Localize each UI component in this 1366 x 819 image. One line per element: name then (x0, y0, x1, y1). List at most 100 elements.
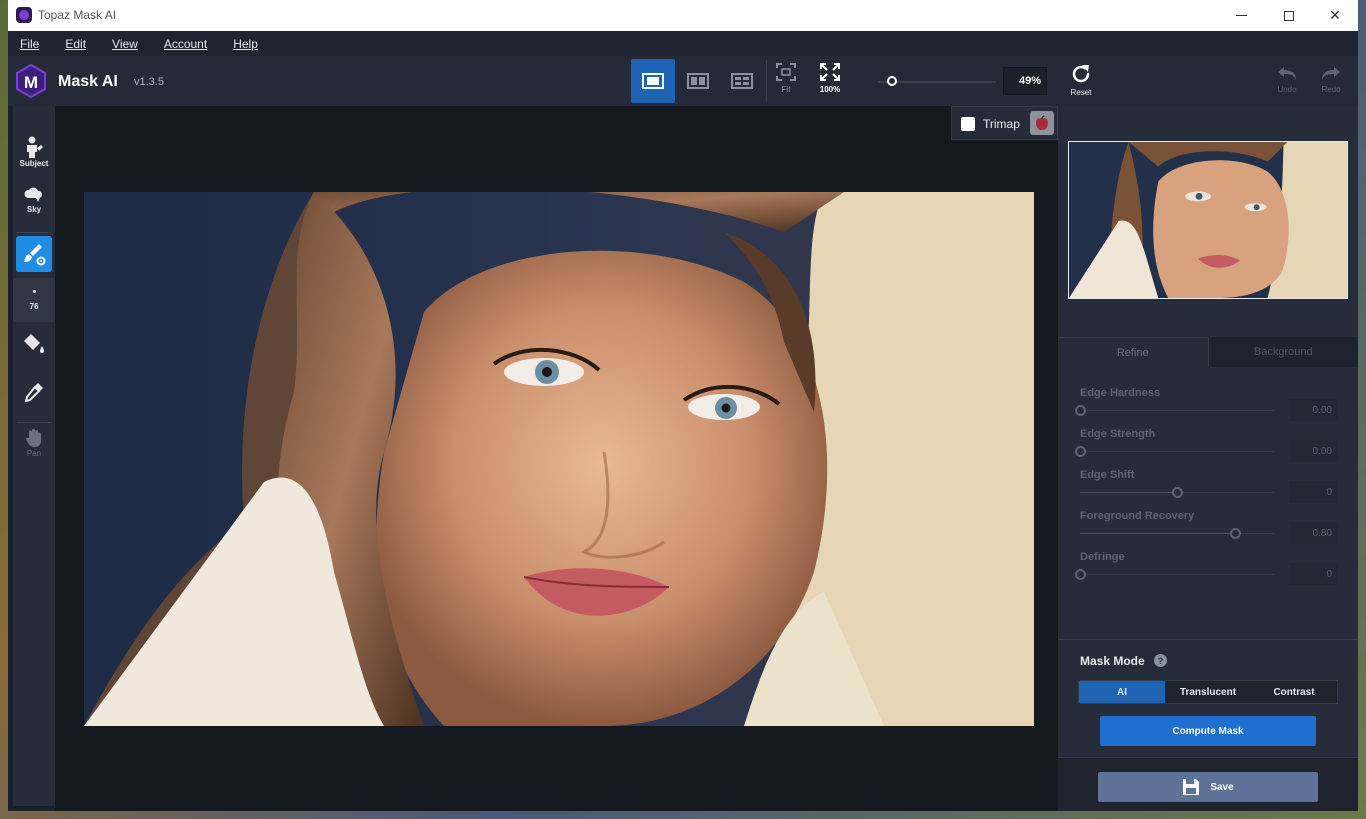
menu-help[interactable]: Help (233, 37, 258, 51)
apple-icon (1036, 115, 1048, 130)
eyedropper-icon (24, 383, 43, 403)
quad-view-icon (731, 73, 753, 89)
fill-tool[interactable] (13, 332, 55, 356)
defringe-slider[interactable] (1075, 569, 1274, 580)
expand-icon (820, 63, 840, 81)
split-view-icon (687, 73, 709, 89)
edge-hardness-value[interactable]: 0.00 (1290, 399, 1338, 421)
fit-button[interactable]: Fit (766, 62, 806, 102)
mask-mode-section: Mask Mode ? AI Translucent Contrast Comp… (1058, 639, 1358, 811)
brush-size-value: 76 (29, 301, 39, 311)
single-view-icon (642, 73, 664, 89)
close-button[interactable]: ✕ (1312, 0, 1358, 31)
subject-tool[interactable]: Subject (13, 136, 55, 168)
main-toolbar: M Mask AI v1.3.5 Fit 100% 49% Reset Undo… (8, 56, 1358, 107)
edge-strength-control: Edge Strength 0.00 (1058, 428, 1358, 469)
foreground-recovery-control: Foreground Recovery 0.80 (1058, 510, 1358, 551)
refine-panel: Edge Hardness 0.00 Edge Strength 0.00 Ed… (1058, 367, 1358, 639)
split-view-button[interactable] (676, 59, 720, 103)
mask-ai-logo-icon: M (16, 64, 46, 98)
color-picker-tool[interactable] (13, 380, 55, 404)
side-by-side-view-button[interactable] (720, 59, 764, 103)
version-label: v1.3.5 (134, 76, 164, 88)
window-title: Topaz Mask AI (38, 8, 117, 22)
menu-view[interactable]: View (112, 37, 138, 51)
right-panel: Refine Background Edge Hardness 0.00 Edg… (1058, 106, 1358, 811)
brush-settings-icon (24, 244, 46, 266)
person-icon (27, 136, 43, 158)
foreground-recovery-handle[interactable] (1230, 528, 1242, 539)
fit-icon (776, 63, 796, 81)
floppy-disk-icon (1183, 779, 1200, 795)
edge-strength-handle[interactable] (1075, 446, 1086, 457)
tool-strip: Subject Sky 76 Pan (13, 106, 55, 806)
tab-refine[interactable]: Refine (1058, 337, 1209, 367)
brand-name: Mask AI (58, 73, 118, 90)
defringe-control: Defringe 0 (1058, 551, 1358, 592)
brush-tool[interactable] (16, 236, 52, 272)
edge-hardness-control: Edge Hardness 0.00 (1058, 387, 1358, 428)
tool-divider (17, 422, 51, 423)
zoom-slider[interactable] (878, 76, 996, 86)
single-view-button[interactable] (631, 59, 675, 103)
foreground-recovery-slider[interactable] (1080, 528, 1274, 539)
pan-tool[interactable]: Pan (13, 428, 55, 458)
title-bar: Topaz Mask AI ✕ (8, 0, 1358, 31)
navigator-thumbnail[interactable] (1068, 141, 1348, 299)
mask-mode-selector: AI Translucent Contrast (1078, 680, 1338, 704)
edge-hardness-slider[interactable] (1075, 405, 1274, 416)
maximize-button[interactable] (1266, 0, 1312, 31)
panel-tabs: Refine Background (1058, 337, 1358, 367)
mask-mode-ai[interactable]: AI (1079, 681, 1165, 703)
save-button[interactable]: Save (1098, 772, 1318, 802)
paint-bucket-icon (24, 334, 44, 353)
defringe-value[interactable]: 0 (1290, 563, 1338, 585)
undo-button[interactable]: Undo (1267, 64, 1307, 104)
edge-strength-value[interactable]: 0.00 (1290, 440, 1338, 462)
tab-background[interactable]: Background (1208, 337, 1358, 367)
cloud-icon (24, 187, 43, 202)
zoom-100-button[interactable]: 100% (810, 62, 850, 102)
mask-mode-title: Mask Mode (1080, 654, 1145, 668)
compute-mask-button[interactable]: Compute Mask (1100, 716, 1316, 746)
help-icon[interactable]: ? (1154, 654, 1167, 667)
reset-icon (1072, 65, 1090, 83)
zoom-slider-handle[interactable] (887, 76, 898, 86)
main-photo (84, 192, 1034, 726)
minimize-button[interactable] (1218, 0, 1264, 31)
save-area: Save (1058, 757, 1358, 811)
menu-file[interactable]: File (20, 37, 39, 51)
defringe-handle[interactable] (1075, 569, 1086, 580)
minimize-icon (1235, 15, 1247, 16)
edge-hardness-handle[interactable] (1075, 405, 1086, 416)
brush-size-dot (32, 289, 36, 293)
tool-divider (17, 232, 51, 233)
edge-shift-value[interactable]: 0 (1290, 481, 1338, 503)
menu-account[interactable]: Account (164, 37, 207, 51)
edge-strength-slider[interactable] (1075, 446, 1274, 457)
trimap-checkbox[interactable] (961, 117, 975, 131)
edge-shift-control: Edge Shift 0 (1058, 469, 1358, 510)
menu-bar: File Edit View Account Help (8, 31, 1358, 56)
app-icon (16, 7, 32, 23)
sky-tool[interactable]: Sky (13, 184, 55, 214)
trimap-toggle[interactable]: Trimap (951, 106, 1058, 140)
mask-mode-contrast[interactable]: Contrast (1251, 681, 1337, 703)
close-icon: ✕ (1329, 7, 1341, 23)
redo-icon (1322, 67, 1340, 80)
zoom-percent-field[interactable]: 49% (1003, 67, 1047, 95)
image-canvas[interactable]: Trimap (55, 106, 1058, 811)
brush-size-control[interactable]: 76 (13, 278, 55, 322)
redo-button[interactable]: Redo (1311, 64, 1351, 104)
maximize-icon (1284, 10, 1294, 21)
reset-button[interactable]: Reset (1059, 62, 1103, 102)
app-window: Topaz Mask AI ✕ File Edit View Account H… (8, 0, 1358, 811)
edge-shift-slider[interactable] (1080, 487, 1274, 498)
left-toolbar: Subject Sky 76 Pan (8, 106, 55, 811)
mask-mode-translucent[interactable]: Translucent (1165, 681, 1251, 703)
foreground-recovery-value[interactable]: 0.80 (1290, 522, 1338, 544)
menu-edit[interactable]: Edit (65, 37, 86, 51)
edge-shift-handle[interactable] (1172, 487, 1183, 498)
color-mode-button[interactable] (1030, 111, 1054, 135)
svg-text:M: M (24, 73, 38, 92)
